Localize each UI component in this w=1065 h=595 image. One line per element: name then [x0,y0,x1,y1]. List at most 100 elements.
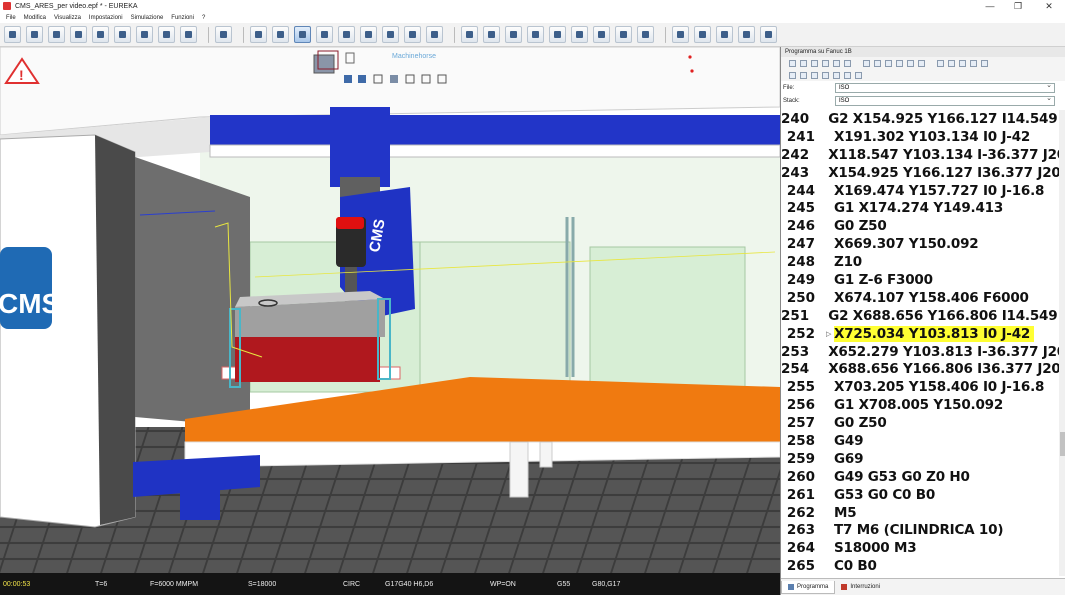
code-line[interactable]: 243 X154.925 Y166.127 I36.377 J20.9 [781,164,1059,182]
document-icon[interactable] [136,26,153,43]
code-line[interactable]: 248 Z10 [781,253,1059,271]
tools-icon[interactable] [180,26,197,43]
panel-step-icon[interactable] [822,71,829,79]
maximize-button[interactable]: ❐ [1004,0,1032,12]
panel-run-icon[interactable] [789,71,796,79]
code-line[interactable]: 240 G2 X154.925 Y166.127 I14.549 J- [781,110,1059,128]
panel-new-icon[interactable] [789,59,796,67]
play-to-icon[interactable] [360,26,377,43]
view-panel-icon[interactable] [461,26,478,43]
measure-icon[interactable] [593,26,610,43]
code-line[interactable]: 262 M5 [781,504,1059,522]
code-line-current[interactable]: 252 ▷ X725.034 Y103.813 I0 J-42 [781,325,1059,343]
collision-icon[interactable] [637,26,654,43]
new-file-icon[interactable] [4,26,21,43]
code-line[interactable]: 241 X191.302 Y103.134 I0 J-42 [781,128,1059,146]
panel-help-icon[interactable] [855,71,862,79]
refresh-icon[interactable] [215,26,232,43]
panel-cut-icon[interactable] [811,59,818,67]
panel-redo-icon[interactable] [863,59,870,67]
menu-file[interactable]: File [6,15,16,21]
code-line[interactable]: 249 G1 Z-6 F3000 [781,271,1059,289]
stop-icon[interactable] [272,26,289,43]
code-line[interactable]: 255 X703.205 Y158.406 I0 J-16.8 [781,378,1059,396]
panel-run-to-icon[interactable] [800,71,807,79]
menu-simulazione[interactable]: Simulazione [131,15,164,21]
code-line[interactable]: 256 G1 X708.005 Y150.092 [781,396,1059,414]
menu-visualizza[interactable]: Visualizza [54,15,81,21]
reset-icon[interactable] [250,26,267,43]
code-line[interactable]: 247 X669.307 Y150.092 [781,235,1059,253]
code-scrollbar[interactable] [1059,110,1065,576]
edit-pen-icon[interactable] [92,26,109,43]
triangle-square-icon[interactable] [760,26,777,43]
panel-renumber-icon[interactable] [959,59,966,67]
open-folder-icon[interactable] [26,26,43,43]
panel-zoom-icon[interactable] [907,59,914,67]
panel-format-icon[interactable] [937,59,944,67]
code-line[interactable]: 251 G2 X688.656 Y166.806 I14.549 J- [781,307,1059,325]
panel-list-icon[interactable] [948,59,955,67]
workpiece-icon[interactable] [505,26,522,43]
panel-check-icon[interactable] [970,59,977,67]
menu-funzioni[interactable]: Funzioni [171,15,194,21]
panel-find-icon[interactable] [885,59,892,67]
panel-settings-icon[interactable] [981,59,988,67]
3d-viewport[interactable]: CMS CMS ! Machinehorse [0,47,780,573]
panel-open-icon[interactable] [833,71,840,79]
code-line[interactable]: 250 X674.107 Y158.406 F6000 [781,289,1059,307]
panel-replace-icon[interactable] [918,59,925,67]
console-icon[interactable] [615,26,632,43]
panel-undo-icon[interactable] [844,59,851,67]
fast-forward-icon[interactable] [404,26,421,43]
code-line[interactable]: 245 G1 X174.274 Y149.413 [781,199,1059,217]
tab-programma[interactable]: Programma [781,580,836,594]
save-icon[interactable] [48,26,65,43]
code-line[interactable]: 264 S18000 M3 [781,539,1059,557]
go-to-end-icon[interactable] [426,26,443,43]
stack-icon[interactable] [158,26,175,43]
menu-help[interactable]: ? [202,15,205,21]
target-icon[interactable] [549,26,566,43]
code-line[interactable]: 263 T7 M6 (CILINDRICA 10) [781,521,1059,539]
panel-save2-icon[interactable] [844,71,851,79]
compare-icon[interactable] [716,26,733,43]
panel-bold-icon[interactable] [874,59,881,67]
cut-icon[interactable] [70,26,87,43]
code-line[interactable]: 244 X169.474 Y157.727 I0 J-16.8 [781,182,1059,200]
panel-paste-icon[interactable] [833,59,840,67]
step-mode-icon[interactable] [294,26,311,43]
close-button[interactable]: ✕ [1035,0,1063,12]
panel-break-icon[interactable] [811,71,818,79]
panel-save-icon[interactable] [800,59,807,67]
file-select[interactable]: ISO [835,82,1055,93]
code-line[interactable]: 253 X652.279 Y103.813 I-36.377 J20. [781,343,1059,361]
panel-copy-icon[interactable] [822,59,829,67]
code-line[interactable]: 246 G0 Z50 [781,217,1059,235]
code-line[interactable]: 265 C0 B0 [781,557,1059,575]
code-line[interactable]: 260 G49 G53 G0 Z0 H0 [781,468,1059,486]
axes-icon[interactable] [483,26,500,43]
stack-select[interactable]: ISO [835,95,1055,106]
tab-interruzioni[interactable]: Interruzioni [835,581,886,594]
record-icon[interactable] [694,26,711,43]
panel-find-next-icon[interactable] [896,59,903,67]
copy-icon[interactable] [114,26,131,43]
tool-path-icon[interactable] [527,26,544,43]
step-forward-icon[interactable] [316,26,333,43]
camera-icon[interactable] [672,26,689,43]
menu-impostazioni[interactable]: Impostazioni [89,15,123,21]
gcode-listing[interactable]: 240 G2 X154.925 Y166.127 I14.549 J- 241 X19… [781,110,1059,576]
code-line[interactable]: 242 X118.547 Y103.134 I-36.377 J20. [781,146,1059,164]
fixture-icon[interactable] [571,26,588,43]
code-line[interactable]: 257 G0 Z50 [781,414,1059,432]
step-forward-line-icon[interactable] [338,26,355,43]
ruler-icon[interactable] [738,26,755,43]
code-line[interactable]: 254 X688.656 Y166.806 I36.377 J20.9 [781,360,1059,378]
minimize-button[interactable]: — [976,0,1004,12]
code-line[interactable]: 259 G69 [781,450,1059,468]
menu-modifica[interactable]: Modifica [24,15,46,21]
code-line[interactable]: 261 G53 G0 C0 B0 [781,486,1059,504]
scrollbar-thumb[interactable] [1060,432,1065,456]
play-icon[interactable] [382,26,399,43]
